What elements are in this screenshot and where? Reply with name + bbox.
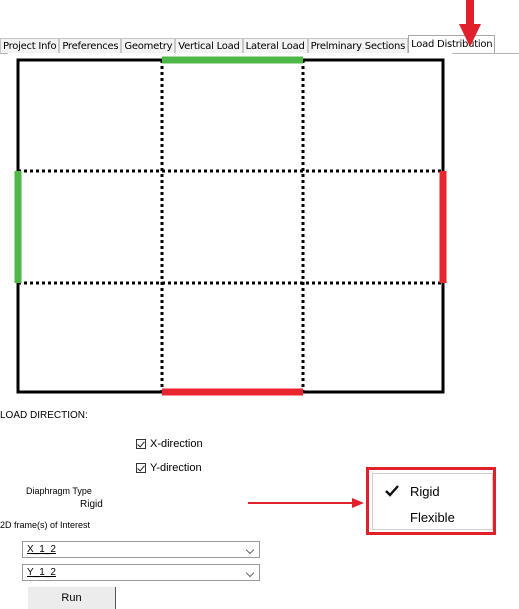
frames-of-interest-label: 2D frame(s) of Interest — [0, 520, 91, 530]
frame-y-select-value: Y_1_2 — [27, 567, 56, 578]
load-direction-label: LOAD DIRECTION: — [0, 410, 88, 421]
frame-x-select-value: X_1_2 — [27, 544, 56, 555]
diaphragm-type-label: Diaphragm Type — [26, 486, 92, 496]
checkbox-icon — [136, 439, 146, 449]
frame-x-select[interactable]: X_1_2 — [22, 541, 260, 558]
tab-lateral-load[interactable]: Lateral Load — [242, 38, 308, 53]
menu-item-flexible-label: Flexible — [410, 510, 455, 525]
tab-preferences[interactable]: Preferences — [59, 38, 122, 53]
diaphragm-type-popup: Rigid Flexible — [366, 467, 496, 535]
menu-item-rigid[interactable]: Rigid — [373, 481, 491, 503]
menu-item-flexible[interactable]: Flexible — [373, 507, 491, 529]
building-outline — [16, 58, 445, 394]
tab-prelminary-sections[interactable]: Prelminary Sections — [307, 38, 409, 53]
checkmark-icon — [385, 485, 399, 497]
chevron-down-icon — [245, 568, 255, 578]
tab-load-distribution[interactable]: Load Distribution — [408, 35, 496, 53]
x-direction-label: X-direction — [150, 438, 203, 450]
down-arrow-icon — [459, 0, 481, 47]
tab-bar: Project Info Preferences Geometry Vertic… — [0, 35, 519, 54]
tab-vertical-load[interactable]: Vertical Load — [175, 38, 243, 53]
floor-plan-grid — [14, 56, 447, 396]
run-button[interactable]: Run — [28, 587, 116, 609]
x-direction-checkbox[interactable]: X-direction — [136, 438, 203, 450]
frame-y-select[interactable]: Y_1_2 — [22, 564, 260, 581]
floor-plan-canvas — [8, 53, 452, 403]
menu-item-rigid-label: Rigid — [410, 484, 440, 499]
y-direction-label: Y-direction — [150, 462, 202, 474]
right-arrow-icon — [248, 498, 364, 508]
chevron-down-icon — [245, 545, 255, 555]
tab-project-info[interactable]: Project Info — [0, 38, 60, 53]
context-menu: Rigid Flexible — [372, 473, 493, 530]
tab-geometry[interactable]: Geometry — [121, 38, 176, 53]
diaphragm-type-value[interactable]: Rigid — [80, 499, 103, 510]
y-direction-checkbox[interactable]: Y-direction — [136, 462, 202, 474]
checkbox-icon — [136, 463, 146, 473]
